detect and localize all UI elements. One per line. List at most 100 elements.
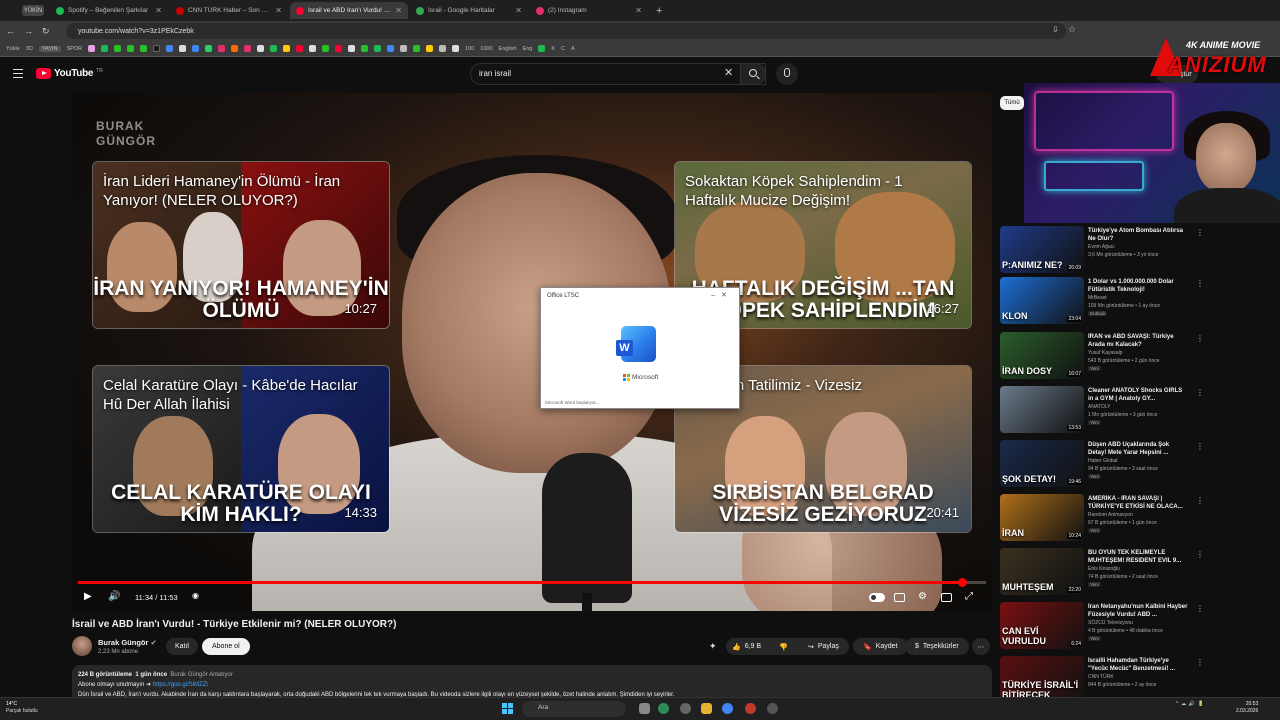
tab-maps[interactable]: İsrail - Google Haritalar ✕ [410, 2, 528, 19]
bookmark-icon[interactable] [452, 45, 460, 52]
bookmark-star-icon[interactable]: ☆ [1068, 24, 1076, 35]
channel-avatar[interactable] [72, 636, 92, 656]
ai-ask-icon[interactable]: ✦ [709, 641, 717, 652]
channel-name[interactable]: CNN TÜRK [1088, 674, 1114, 680]
channel-name[interactable]: Burak Güngör ✔ [98, 638, 157, 647]
bookmark-icon[interactable] [244, 45, 252, 52]
forward-icon[interactable]: → [24, 26, 33, 36]
bookmark-icon[interactable] [374, 45, 382, 52]
window-controls[interactable]: –✕ [711, 291, 733, 299]
play-icon[interactable]: ▶ [84, 591, 92, 602]
more-actions-button[interactable]: ⋯ [972, 638, 990, 655]
autoplay-toggle[interactable] [869, 593, 885, 602]
bookmark-item[interactable]: C [561, 46, 565, 52]
bookmark-item[interactable]: A [571, 46, 575, 52]
bookmark-item[interactable]: K [551, 46, 555, 52]
bookmark-item[interactable]: English [499, 46, 517, 52]
channel-name[interactable]: MrBeast [1088, 295, 1107, 301]
settings-icon[interactable]: ⚙ [918, 591, 927, 602]
settings-icon[interactable] [767, 703, 778, 714]
bookmark-icon[interactable] [413, 45, 421, 52]
filter-chip-all[interactable]: Tümü [1000, 96, 1024, 110]
bookmark-item[interactable]: YAYIN [38, 45, 61, 52]
tiktok-icon[interactable] [153, 45, 161, 52]
whatsapp-icon[interactable] [205, 45, 213, 52]
recommended-video[interactable]: 13:53 Cleaner ANATOLY Shocks GIRLS in a G… [1000, 386, 1204, 436]
new-tab-button[interactable]: + [656, 5, 662, 17]
tab-youtube[interactable]: İsrail ve ABD İran'ı Vurdu! - Tür ✕ [290, 2, 408, 19]
channel-name[interactable]: Yusuf Kayasalp [1088, 350, 1122, 356]
close-icon[interactable]: ✕ [275, 6, 282, 15]
tab-group-badge[interactable]: YÜKİN [22, 5, 44, 16]
video-title[interactable]: Düşen ABD Uçaklarında Şok Detay! Mete Ya… [1088, 441, 1188, 457]
save-button[interactable]: 🔖 Kaydet [853, 638, 908, 655]
bookmark-icon[interactable] [400, 45, 408, 52]
video-title[interactable]: İRAN ve ABD SAVAŞI: Türkiye Arada mı Kal… [1088, 333, 1188, 349]
recommended-video[interactable]: İRAN DOSY 16:07 İRAN ve ABD SAVAŞI: Türkiy… [1000, 332, 1204, 382]
more-options-icon[interactable]: ⋮ [1196, 658, 1204, 667]
xbox-icon[interactable] [658, 703, 669, 714]
chrome-icon[interactable] [722, 703, 733, 714]
more-options-icon[interactable]: ⋮ [1196, 604, 1204, 613]
close-icon[interactable]: ✕ [515, 6, 522, 15]
bookmark-icon[interactable] [283, 45, 291, 52]
channel-name[interactable]: Enis Kirazoğlu [1088, 566, 1120, 572]
url-field[interactable]: youtube.com/watch?v=3z1PEkCzebk [66, 23, 1066, 39]
fullscreen-icon[interactable]: ⤢ [965, 591, 973, 602]
reload-icon[interactable]: ↻ [42, 26, 50, 37]
weather-widget[interactable]: 14°C Parçalı bulutlu [6, 701, 38, 715]
clear-search-icon[interactable]: ✕ [724, 66, 733, 79]
bookmark-icon[interactable] [335, 45, 343, 52]
volume-icon[interactable]: 🔊 [108, 591, 120, 602]
share-button[interactable]: ↪ Paylaş [798, 638, 849, 655]
bookmark-icon[interactable] [348, 45, 356, 52]
channel-name[interactable]: Haber Global [1088, 458, 1117, 464]
recommended-video[interactable]: CAN EVİ VURULDU 6:24 İran Netanyahu'nun Ka… [1000, 602, 1204, 652]
video-thumbnail[interactable]: P:ANIMIZ NE? 26:09 [1000, 226, 1084, 273]
close-icon[interactable]: ✕ [635, 6, 642, 15]
bookmark-icon[interactable] [166, 45, 174, 52]
thanks-button[interactable]: $ Teşekkürler [905, 638, 969, 655]
video-title[interactable]: AMERİKA - İRAN SAVAŞI | TÜRKİYE'YE ETKİS… [1088, 495, 1188, 511]
channel-name[interactable]: Random Animasyon [1088, 512, 1133, 518]
bookmark-icon[interactable] [538, 45, 546, 52]
bookmark-icon[interactable] [439, 45, 447, 52]
bookmark-icon[interactable] [88, 45, 96, 52]
recommended-video[interactable]: ŞOK DETAY! 19:46 Düşen ABD Uçaklarında Şok… [1000, 440, 1204, 490]
more-options-icon[interactable]: ⋮ [1196, 279, 1204, 288]
bookmark-icon[interactable] [426, 45, 434, 52]
video-thumbnail[interactable]: İRAN 10:24 [1000, 494, 1084, 541]
video-title[interactable]: İsrailli Hahamdan Türkiye'ye "Yecüc Mecü… [1088, 657, 1188, 673]
more-options-icon[interactable]: ⋮ [1196, 334, 1204, 343]
bookmark-item[interactable]: 1000 [480, 46, 492, 52]
tab-cnn[interactable]: CNN TÜRK Haber – Son Dakika✕ [170, 2, 288, 19]
video-player[interactable]: BURAK GÜNGÖR İran Lideri Hamaney'in Ölüm… [72, 93, 992, 611]
subscribe-button[interactable]: Abone ol [202, 638, 250, 655]
file-explorer-icon[interactable] [701, 703, 712, 714]
join-button[interactable]: Katıl [166, 638, 198, 655]
video-title[interactable]: BU OYUN TEK KELİMEYLE MUHTEŞEM! RESIDENT… [1088, 549, 1188, 565]
bookmark-item[interactable]: SPOR [67, 46, 83, 52]
end-card-video-1[interactable]: İran Lideri Hamaney'in Ölümü - İran Yanı… [92, 161, 390, 329]
recommended-video[interactable]: İRAN 10:24 AMERİKA - İRAN SAVAŞI | TÜRKİYE… [1000, 494, 1204, 544]
bookmark-icon[interactable] [140, 45, 148, 52]
close-icon[interactable]: ✕ [395, 6, 402, 15]
bookmark-icon[interactable] [257, 45, 265, 52]
bookmark-icon[interactable] [296, 45, 304, 52]
bookmark-icon[interactable] [114, 45, 122, 52]
tab-spotify[interactable]: Spotify – Beğenilen Şarkılar ✕ [50, 2, 168, 19]
minimize-icon[interactable]: – [711, 292, 721, 299]
app-icon[interactable] [745, 703, 756, 714]
video-title[interactable]: Türkiye'ye Atom Bombası Atılırsa Ne Olur… [1088, 227, 1188, 243]
recommended-video[interactable]: P:ANIMIZ NE? 26:09 Türkiye'ye Atom Bombası… [1000, 226, 1204, 276]
video-thumbnail[interactable]: 13:53 [1000, 386, 1084, 433]
bookmark-item[interactable]: 3D [26, 46, 33, 52]
video-thumbnail[interactable]: ŞOK DETAY! 19:46 [1000, 440, 1084, 487]
bookmark-icon[interactable] [101, 45, 109, 52]
youtube-logo[interactable]: YouTube TR [36, 68, 103, 79]
app-icon[interactable] [680, 703, 691, 714]
video-thumbnail[interactable]: TÜRKİYE İSRAİL'İ BİTİRECEK [1000, 656, 1084, 703]
video-title[interactable]: Cleaner ANATOLY Shocks GIRLS in a GYM | … [1088, 387, 1188, 403]
bookmark-item[interactable]: Eng [523, 46, 533, 52]
bookmark-icon[interactable] [361, 45, 369, 52]
